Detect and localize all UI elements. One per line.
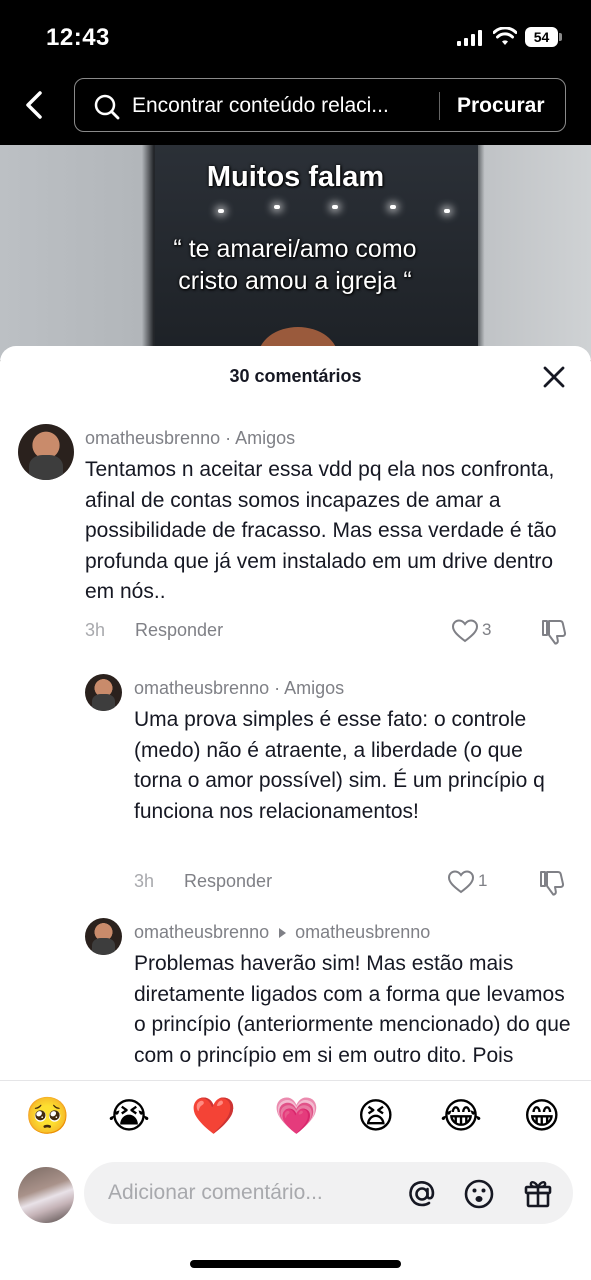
emoji-quick-bar: 🥺 😭 ❤️ 💗 😫 😂 😁: [0, 1080, 591, 1150]
video-player[interactable]: Muitos falam “ te amarei/amo como cristo…: [0, 145, 591, 360]
like-button[interactable]: 3: [451, 618, 501, 644]
reply-button[interactable]: Responder: [184, 871, 272, 892]
search-bar[interactable]: Encontrar conteúdo relaci... Procurar: [74, 78, 566, 132]
battery-level: 54: [525, 27, 558, 47]
avatar[interactable]: [85, 674, 122, 711]
comment-input[interactable]: Adicionar comentário...: [84, 1162, 573, 1224]
friend-tag: · Amigos: [225, 428, 296, 448]
search-icon: [94, 94, 120, 120]
reply-arrow-icon: [279, 928, 287, 939]
comment-time: 3h: [85, 620, 106, 640]
at-icon[interactable]: [406, 1178, 438, 1210]
comment-input-bar: Adicionar comentário...: [0, 1150, 591, 1280]
close-icon[interactable]: [541, 364, 567, 390]
emoji-heart[interactable]: ❤️: [191, 1097, 236, 1137]
heart-icon: [451, 619, 479, 643]
comment-time: 3h: [134, 871, 155, 891]
like-count: 3: [482, 620, 492, 639]
emoji-pleading[interactable]: 🥺: [25, 1097, 70, 1137]
emoji-grinning[interactable]: 😁: [523, 1097, 561, 1137]
comment-input-placeholder: Adicionar comentário...: [108, 1181, 323, 1204]
like-count: 1: [478, 871, 488, 890]
status-time: 12:43: [46, 24, 110, 51]
back-icon[interactable]: [20, 87, 48, 123]
reply-button[interactable]: Responder: [135, 620, 223, 641]
wifi-icon: [493, 27, 517, 45]
emoji-icon[interactable]: [463, 1178, 495, 1210]
avatar[interactable]: [85, 918, 122, 955]
gift-icon[interactable]: [522, 1177, 554, 1209]
status-bar: 12:43 54: [0, 0, 591, 75]
search-input[interactable]: Encontrar conteúdo relaci...: [132, 94, 389, 118]
user-avatar: [18, 1167, 74, 1223]
reply-item: omatheusbrenno · Amigos Uma prova simple…: [0, 674, 591, 897]
comment-author[interactable]: omatheusbrenno: [134, 922, 269, 942]
home-indicator[interactable]: [190, 1260, 401, 1268]
comment-text: Tentamos n aceitar essa vdd pq ela nos c…: [85, 458, 557, 603]
comment-author[interactable]: omatheusbrenno: [85, 428, 220, 448]
dislike-icon[interactable]: [540, 618, 568, 646]
dislike-icon[interactable]: [538, 869, 566, 897]
emoji-laughing[interactable]: 😂: [440, 1097, 482, 1137]
video-caption: “ te amarei/amo como cristo amou a igrej…: [173, 235, 417, 295]
emoji-pink-heart[interactable]: 💗: [274, 1097, 319, 1137]
search-divider: [439, 92, 440, 120]
like-button[interactable]: 1: [447, 869, 492, 895]
comment-text: Problemas haverão sim! Mas estão mais di…: [134, 952, 571, 1067]
comment-text: Uma prova simples é esse fato: o control…: [134, 708, 545, 823]
friend-tag: · Amigos: [274, 678, 345, 698]
reply-to-author[interactable]: omatheusbrenno: [295, 922, 430, 942]
search-header: Encontrar conteúdo relaci... Procurar: [0, 75, 591, 145]
comment-author[interactable]: omatheusbrenno: [134, 678, 269, 698]
comments-count: 30 comentários: [229, 366, 362, 386]
signal-icon: [457, 30, 482, 46]
reply-item: omatheusbrenno omatheusbrenno Problemas …: [0, 918, 591, 1078]
comment-item: omatheusbrenno · Amigos Tentamos n aceit…: [0, 424, 591, 646]
emoji-crying[interactable]: 😭: [108, 1097, 150, 1137]
emoji-tired[interactable]: 😫: [357, 1097, 395, 1137]
search-button[interactable]: Procurar: [457, 94, 545, 118]
avatar[interactable]: [18, 424, 74, 480]
heart-icon: [447, 870, 475, 894]
battery-icon: 54: [525, 27, 563, 47]
video-title: Muitos falam: [206, 161, 385, 193]
